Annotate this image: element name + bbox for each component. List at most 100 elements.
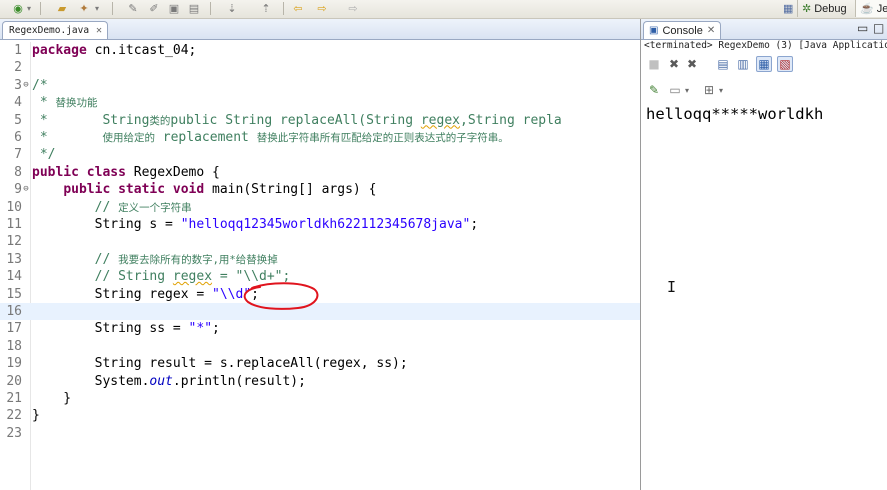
pen-icon[interactable]: ✎ xyxy=(125,1,141,16)
forward-icon[interactable]: ⇨ xyxy=(345,1,361,16)
code-token: ; xyxy=(212,321,220,337)
open-folder-icon[interactable]: ▰ xyxy=(54,1,70,16)
dropdown-arrow-icon[interactable]: ▾ xyxy=(716,82,726,98)
code-line[interactable]: 4 * 替换功能 xyxy=(0,94,640,111)
code-text: } xyxy=(32,407,40,424)
dropdown-arrow-icon[interactable]: ▾ xyxy=(24,1,34,16)
perspective-debug-label: Debug xyxy=(814,2,847,15)
code-line[interactable]: 17 String ss = "*"; xyxy=(0,320,640,337)
wand-icon[interactable]: ✦ xyxy=(76,1,92,16)
code-line[interactable]: 5 * String类的public String replaceAll(Str… xyxy=(0,112,640,129)
code-token: 定义一个字符串 xyxy=(118,201,192,214)
code-text: package cn.itcast_04; xyxy=(32,42,196,59)
maximize-icon[interactable]: □ xyxy=(873,21,884,35)
line-number: 17 xyxy=(6,321,22,337)
code-line[interactable]: 13 // 我要去除所有的数字,用*给替换掉 xyxy=(0,251,640,268)
next-annotation-icon[interactable]: ⇣ xyxy=(224,1,240,16)
line-number: 2 xyxy=(14,60,22,76)
close-icon[interactable]: ✕ xyxy=(707,25,715,36)
code-line[interactable]: 21 } xyxy=(0,390,640,407)
code-token: "\\d" xyxy=(212,286,252,302)
line-number: 23 xyxy=(6,425,22,441)
code-line[interactable]: 14 // String regex = "\\d+"; xyxy=(0,268,640,285)
debug-icon: ✲ xyxy=(802,3,812,15)
line-number: 1 xyxy=(14,43,22,58)
open-console-icon[interactable]: ⊞ xyxy=(701,82,717,98)
fold-toggle-icon[interactable]: ⊖ xyxy=(22,77,30,94)
pencil-icon[interactable]: ✐ xyxy=(146,1,162,16)
dropdown-arrow-icon[interactable]: ▾ xyxy=(682,82,692,98)
line-number: 20 xyxy=(6,373,22,389)
code-line[interactable]: 9 ⊖ public static void main(String[] args… xyxy=(0,181,640,198)
code-line[interactable]: 2 xyxy=(0,59,640,76)
code-line[interactable]: 7 */ xyxy=(0,146,640,163)
code-line[interactable]: 6 * 使用给定的 replacement 替换此字符串所有匹配给定的正则表达式… xyxy=(0,129,640,146)
code-line[interactable]: 3 ⊖/* xyxy=(0,77,640,94)
code-line[interactable]: 15 String regex = "\\d"; xyxy=(0,286,640,303)
perspective-switcher[interactable]: ▦ xyxy=(779,0,797,17)
code-token: 使用给定的 xyxy=(102,132,155,144)
back-icon[interactable]: ⇦ xyxy=(290,1,306,16)
code-token: */ xyxy=(32,147,56,163)
code-line[interactable]: 22} xyxy=(0,407,640,424)
console-output[interactable]: helloqq*****worldkh xyxy=(646,105,887,125)
close-icon[interactable]: ✕ xyxy=(96,25,102,36)
code-area[interactable]: 1 package cn.itcast_04; 2 3 ⊖/* 4 * 替换功能 5 * S… xyxy=(0,42,640,490)
code-line[interactable]: 23 xyxy=(0,425,640,442)
code-token: 替换功能 xyxy=(55,97,98,110)
paste-icon[interactable]: ▤ xyxy=(186,1,202,16)
tab-console[interactable]: ▣ Console ✕ xyxy=(643,21,721,39)
dropdown-arrow-icon[interactable]: ▾ xyxy=(92,1,102,16)
perspective-debug[interactable]: ✲ Debug xyxy=(797,0,851,17)
code-token: // String xyxy=(32,269,173,285)
perspective-java[interactable]: ☕ Je xyxy=(855,0,887,17)
code-token: String result = s.replaceAll(regex, ss); xyxy=(32,356,408,372)
prev-annotation-icon[interactable]: ⇡ xyxy=(258,1,274,16)
line-number: 11 xyxy=(6,217,22,232)
code-line[interactable]: 11 String s = "helloqq12345worldkh622112… xyxy=(0,216,640,233)
code-token: } xyxy=(32,408,40,424)
terminate-icon[interactable]: ■ xyxy=(646,56,662,72)
show-on-error-icon[interactable]: ▧ xyxy=(777,56,793,72)
remove-all-terminated-icon[interactable]: ✖ xyxy=(684,56,700,72)
code-line[interactable]: 10 // 定义一个字符串 xyxy=(0,199,640,216)
remove-launch-icon[interactable]: ✖ xyxy=(666,56,682,72)
minimize-icon[interactable]: ▭ xyxy=(857,21,868,35)
code-token: String s = xyxy=(32,217,181,232)
line-number: 8 xyxy=(14,164,22,180)
tab-regexdemo-java[interactable]: RegexDemo.java ✕ xyxy=(2,21,108,39)
code-line[interactable]: 20 System.out.println(result); xyxy=(0,373,640,390)
main-toolbar: ◉ ▾ ▰ ✦ ▾ ✎ ✐ ▣ ▤ ⇣ ⇡ ⇦ ⇨ ⇨ ▦ ✲ Debug ☕ … xyxy=(0,0,887,19)
forward-icon[interactable]: ⇨ xyxy=(314,1,330,16)
show-on-output-icon[interactable]: ▦ xyxy=(756,56,772,72)
line-number: 12 xyxy=(6,234,22,250)
code-token: public String replaceAll(String xyxy=(170,112,421,128)
code-token: ,String repla xyxy=(460,112,562,128)
code-token: RegexDemo { xyxy=(125,164,220,180)
console-icon: ▣ xyxy=(649,25,659,36)
scroll-lock-icon[interactable]: ▥ xyxy=(735,56,751,72)
code-line[interactable]: 16 xyxy=(0,303,640,321)
code-line[interactable]: 12 xyxy=(0,233,640,250)
code-token: * String xyxy=(32,112,150,128)
code-token: // xyxy=(32,199,119,215)
line-number: 6 xyxy=(14,130,22,145)
line-number: 4 xyxy=(14,95,22,111)
line-number: 10 xyxy=(6,199,22,215)
code-token: = "\\d+"; xyxy=(212,269,291,285)
code-line[interactable]: 19 String result = s.replaceAll(regex, s… xyxy=(0,355,640,372)
clear-console-icon[interactable]: ▤ xyxy=(715,56,731,72)
code-text: String s = "helloqq12345worldkh622112345… xyxy=(32,216,479,233)
line-number: 7 xyxy=(14,147,22,163)
code-token: "helloqq12345worldkh622112345678java" xyxy=(180,217,471,232)
code-line[interactable]: 1 package cn.itcast_04; xyxy=(0,42,640,59)
line-number: 22 xyxy=(6,408,22,424)
code-line[interactable]: 18 xyxy=(0,338,640,355)
line-number: 21 xyxy=(6,391,22,406)
display-console-icon[interactable]: ▭ xyxy=(667,82,683,98)
fold-toggle-icon[interactable]: ⊖ xyxy=(22,181,30,198)
code-line[interactable]: 8 public class RegexDemo { xyxy=(0,164,640,181)
copy-icon[interactable]: ▣ xyxy=(166,1,182,16)
pin-console-icon[interactable]: ✎ xyxy=(646,82,662,98)
